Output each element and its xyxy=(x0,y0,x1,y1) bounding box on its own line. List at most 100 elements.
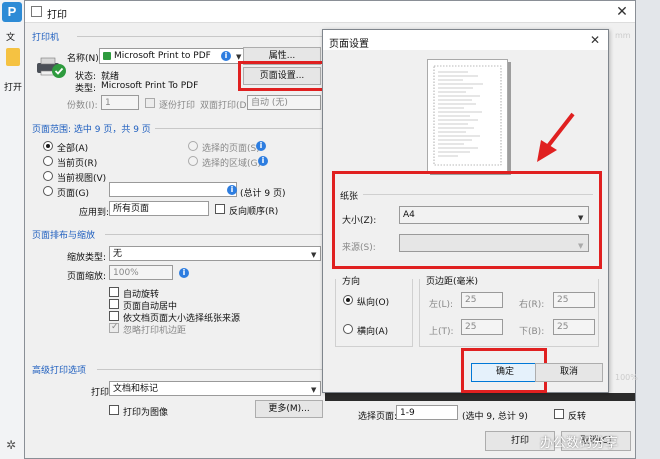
watermark: 办公数码分享 xyxy=(540,436,619,451)
landscape-label: 横向(A) xyxy=(357,327,389,337)
selected-pages-info-icon[interactable]: i xyxy=(256,141,266,151)
page-setup-title: 页面设置 xyxy=(329,39,369,50)
type-label: 类型: xyxy=(75,84,97,94)
select-pages-label: 选择页面: xyxy=(358,412,398,422)
reverse-checkbox[interactable] xyxy=(215,204,225,214)
margin-left-label: 左(L): xyxy=(429,300,454,310)
collate-label: 逐份打印 xyxy=(159,101,196,111)
portrait-radio[interactable] xyxy=(343,295,353,305)
page-zoom-info-icon[interactable]: i xyxy=(179,268,189,278)
app-menu-label[interactable]: 文 xyxy=(6,30,15,43)
range-current-radio[interactable] xyxy=(43,156,53,166)
scaling-divider xyxy=(105,234,322,235)
app-open-label[interactable]: 打开 xyxy=(4,80,22,93)
page-range-divider xyxy=(155,128,322,129)
page-range-header: 页面范围: 选中 9 页，共 9 页 xyxy=(32,125,151,135)
zoom-hint: 100% xyxy=(615,373,638,382)
copies-label: 份数(I): xyxy=(67,101,98,111)
margin-top-label: 上(T): xyxy=(429,327,454,337)
print-dialog-title: 打印 xyxy=(47,10,67,21)
apply-to-label: 应用到: xyxy=(79,208,110,218)
printer-section-divider xyxy=(77,36,322,37)
advanced-divider xyxy=(97,369,322,370)
print-what-value: 文档和标记 xyxy=(113,384,159,394)
chevron-down-icon: ▼ xyxy=(311,251,317,259)
range-all-radio[interactable] xyxy=(43,141,53,151)
range-current-label: 当前页(R) xyxy=(57,159,98,169)
print-window-icon xyxy=(31,6,42,17)
collate-checkbox[interactable] xyxy=(145,98,155,108)
scale-type-select[interactable]: 无 ▼ xyxy=(109,246,321,261)
page-setup-titlebar: 页面设置 ✕ xyxy=(323,30,608,50)
margin-right-input[interactable]: 25 xyxy=(553,292,595,308)
paper-size-select[interactable]: A4 ▼ xyxy=(399,206,589,224)
auto-center-checkbox[interactable] xyxy=(109,299,119,309)
print-what-label: 打印 xyxy=(91,388,110,398)
page-setup-cancel-button[interactable]: 取消 xyxy=(535,363,603,382)
printer-name-value: Microsoft Print to PDF xyxy=(114,51,211,61)
paper-section-label: 纸张 xyxy=(340,192,359,202)
range-selected-pages-radio[interactable] xyxy=(188,141,198,151)
margin-left-input[interactable]: 25 xyxy=(461,292,503,308)
apply-to-select[interactable]: 所有页面 xyxy=(109,201,209,216)
range-all-label: 全部(A) xyxy=(57,144,89,154)
type-value: Microsoft Print To PDF xyxy=(101,81,199,91)
gear-icon[interactable]: ✲ xyxy=(6,438,16,452)
duplex-select[interactable]: 自动 (无) xyxy=(247,95,321,110)
reverse-label: 反向顺序(R) xyxy=(229,207,279,217)
margin-bottom-label: 下(B): xyxy=(519,327,545,337)
selected-area-info-icon[interactable]: i xyxy=(258,156,268,166)
print-what-select[interactable]: 文档和标记 ▼ xyxy=(109,381,321,396)
paper-source-label: 来源(S): xyxy=(342,243,376,253)
red-arrow-down xyxy=(537,112,575,162)
paper-by-size-checkbox[interactable] xyxy=(109,311,119,321)
duplex-value: 自动 (无) xyxy=(251,98,288,108)
apply-to-value: 所有页面 xyxy=(113,204,150,214)
advanced-section-label: 高级打印选项 xyxy=(32,366,87,376)
printer-status-icon xyxy=(103,52,111,60)
range-selected-pages-label: 选择的页面(S) xyxy=(202,144,260,154)
print-as-image-checkbox[interactable] xyxy=(109,405,119,415)
copies-input[interactable]: 1 xyxy=(101,95,139,110)
margin-top-input[interactable]: 25 xyxy=(461,319,503,335)
paper-divider xyxy=(363,194,593,195)
printer-name-label: 名称(N): xyxy=(67,54,102,64)
ok-button[interactable]: 确定 xyxy=(471,363,539,382)
range-pages-label: 页面(G) xyxy=(57,189,89,199)
print-close-icon[interactable]: ✕ xyxy=(613,3,631,21)
range-total-label: (总计 9 页) xyxy=(240,189,286,199)
page-setup-close-icon[interactable]: ✕ xyxy=(590,33,600,47)
range-pages-info-icon[interactable]: i xyxy=(227,185,237,195)
range-current-view-radio[interactable] xyxy=(43,171,53,181)
select-pages-input[interactable]: 1-9 xyxy=(396,405,458,420)
folder-icon[interactable] xyxy=(6,48,20,66)
scale-type-label: 缩放类型: xyxy=(67,253,107,263)
range-pages-input[interactable] xyxy=(109,182,237,197)
ignore-margin-checkbox[interactable] xyxy=(109,322,119,333)
page-preview-lines xyxy=(433,65,502,166)
portrait-label: 纵向(O) xyxy=(357,298,390,308)
margin-bottom-input[interactable]: 25 xyxy=(553,319,595,335)
printer-section-label: 打印机 xyxy=(32,33,60,43)
reverse-short-checkbox[interactable] xyxy=(554,409,564,419)
page-zoom-label: 页面缩放: xyxy=(67,272,107,282)
printer-name-select[interactable]: Microsoft Print to PDF i ▼ xyxy=(99,48,245,64)
paper-source-select[interactable]: ▼ xyxy=(399,234,589,252)
reverse-short-label: 反转 xyxy=(568,412,587,422)
print-dialog-titlebar: 打印 ✕ xyxy=(25,1,635,23)
range-selected-area-radio[interactable] xyxy=(188,156,198,166)
duplex-label: 双面打印(D): xyxy=(200,101,253,111)
landscape-radio[interactable] xyxy=(343,324,353,334)
more-button[interactable]: 更多(M)... xyxy=(255,400,323,418)
page-setup-dialog: 页面设置 ✕ 纸张 大小(Z): A4 ▼ 来源(S): ▼ 方向 纵向(O) … xyxy=(322,29,609,393)
paper-size-value: A4 xyxy=(403,210,415,220)
print-as-image-label: 打印为图像 xyxy=(123,408,169,418)
auto-rotate-checkbox[interactable] xyxy=(109,287,119,297)
chevron-down-icon: ▼ xyxy=(311,386,317,394)
range-pages-radio[interactable] xyxy=(43,186,53,196)
printer-info-icon[interactable]: i xyxy=(221,51,231,61)
range-current-view-label: 当前视图(V) xyxy=(57,174,107,184)
page-zoom-input[interactable]: 100% xyxy=(109,265,173,280)
preview-scrollbar-strip xyxy=(325,393,635,401)
page-preview xyxy=(427,59,508,172)
